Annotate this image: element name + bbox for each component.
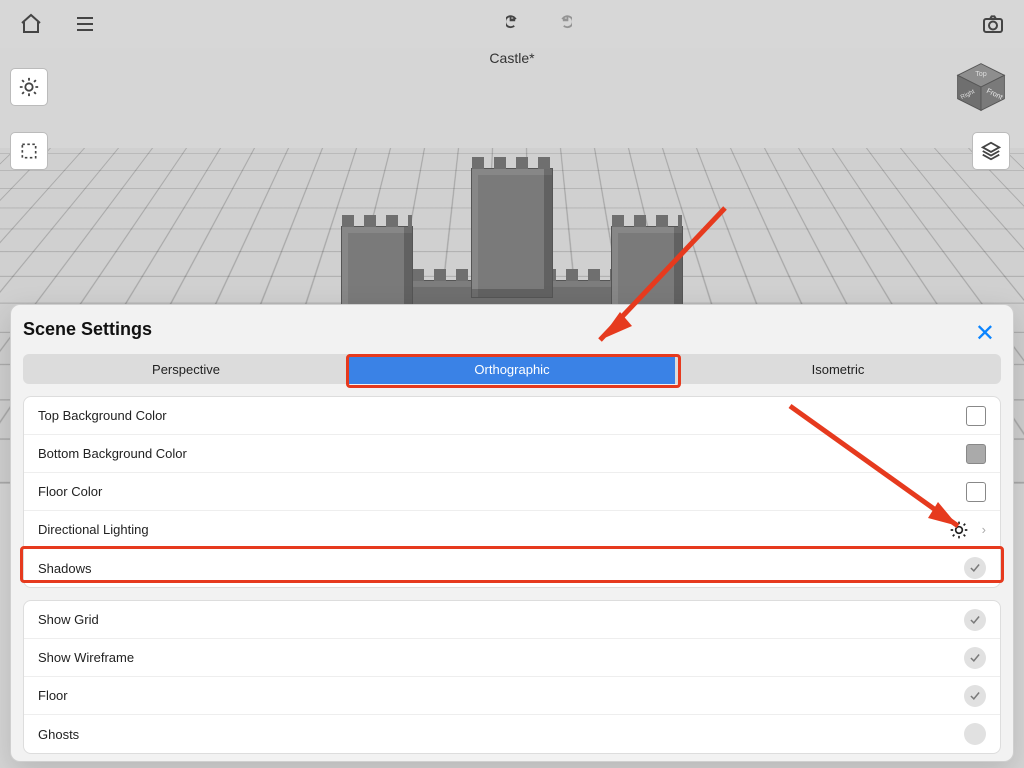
close-button[interactable]: ✕: [975, 319, 995, 348]
panel-title: Scene Settings: [23, 319, 1001, 340]
row-show-grid[interactable]: Show Grid: [24, 601, 1000, 639]
row-label: Floor: [38, 688, 68, 703]
row-label: Ghosts: [38, 727, 79, 742]
row-directional-lighting[interactable]: Directional Lighting ›: [24, 511, 1000, 549]
row-label: Floor Color: [38, 484, 102, 499]
row-floor-color[interactable]: Floor Color: [24, 473, 1000, 511]
checkbox-show-grid[interactable]: [964, 609, 986, 631]
selection-icon: [16, 138, 42, 164]
scene-settings-panel: Scene Settings ✕ Perspective Orthographi…: [10, 304, 1014, 762]
row-shadows[interactable]: Shadows: [24, 549, 1000, 587]
sun-icon: [946, 517, 972, 543]
layers-button[interactable]: [972, 132, 1010, 170]
row-top-bg-color[interactable]: Top Background Color: [24, 397, 1000, 435]
row-floor[interactable]: Floor: [24, 677, 1000, 715]
lighting-button[interactable]: [10, 68, 48, 106]
color-swatch-white[interactable]: [966, 482, 986, 502]
row-label: Bottom Background Color: [38, 446, 187, 461]
row-label: Shadows: [38, 561, 91, 576]
row-label: Show Wireframe: [38, 650, 134, 665]
redo-icon[interactable]: [548, 11, 574, 37]
checkbox-show-wireframe[interactable]: [964, 647, 986, 669]
row-label: Directional Lighting: [38, 522, 149, 537]
home-icon[interactable]: [18, 11, 44, 37]
checkbox-shadows[interactable]: [964, 557, 986, 579]
layers-icon: [978, 138, 1004, 164]
color-swatch-white[interactable]: [966, 406, 986, 426]
checkbox-floor[interactable]: [964, 685, 986, 707]
camera-icon[interactable]: [980, 11, 1006, 37]
row-show-wireframe[interactable]: Show Wireframe: [24, 639, 1000, 677]
row-label: Top Background Color: [38, 408, 167, 423]
row-label: Show Grid: [38, 612, 99, 627]
undo-icon[interactable]: [504, 11, 530, 37]
view-cube[interactable]: Top Right Front: [954, 60, 1008, 114]
row-bottom-bg-color[interactable]: Bottom Background Color: [24, 435, 1000, 473]
top-toolbar: [0, 0, 1024, 48]
document-title: Castle*: [0, 50, 1024, 66]
projection-tabs: Perspective Orthographic Isometric: [23, 354, 1001, 384]
tab-perspective[interactable]: Perspective: [23, 354, 349, 384]
tab-isometric[interactable]: Isometric: [675, 354, 1001, 384]
selection-button[interactable]: [10, 132, 48, 170]
color-swatch-grey[interactable]: [966, 444, 986, 464]
close-icon: ✕: [975, 320, 995, 347]
chevron-right-icon: ›: [982, 522, 986, 537]
menu-icon[interactable]: [72, 11, 98, 37]
checkbox-ghosts-off[interactable]: [964, 723, 986, 745]
tab-orthographic[interactable]: Orthographic: [349, 354, 675, 384]
settings-group-1: Top Background Color Bottom Background C…: [23, 396, 1001, 588]
svg-text:Top: Top: [975, 69, 987, 78]
row-ghosts[interactable]: Ghosts: [24, 715, 1000, 753]
sun-icon: [16, 74, 42, 100]
settings-group-2: Show Grid Show Wireframe Floor Ghosts: [23, 600, 1001, 754]
